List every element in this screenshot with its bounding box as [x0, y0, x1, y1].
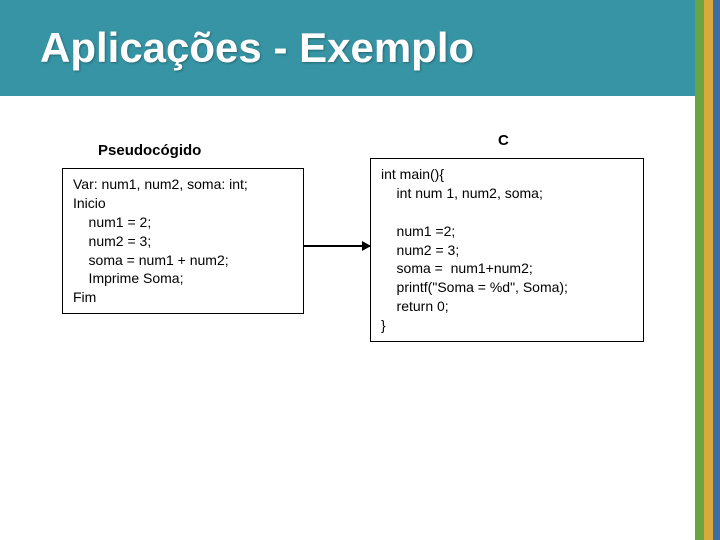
- label-c: C: [498, 132, 509, 149]
- slide: Aplicações - Exemplo Pseudocógido C Var:…: [0, 0, 720, 540]
- code-box-pseudocode: Var: num1, num2, soma: int; Inicio num1 …: [62, 168, 304, 314]
- slide-title: Aplicações - Exemplo: [40, 24, 474, 72]
- label-pseudocode: Pseudocógido: [98, 142, 201, 159]
- accent-bars: [695, 0, 720, 540]
- code-box-c: int main(){ int num 1, num2, soma; num1 …: [370, 158, 644, 342]
- accent-bar-blue: [713, 0, 720, 540]
- title-bar: Aplicações - Exemplo: [0, 0, 695, 96]
- accent-bar-yellow: [704, 0, 713, 540]
- accent-bar-green: [695, 0, 704, 540]
- arrow-icon: [304, 245, 370, 247]
